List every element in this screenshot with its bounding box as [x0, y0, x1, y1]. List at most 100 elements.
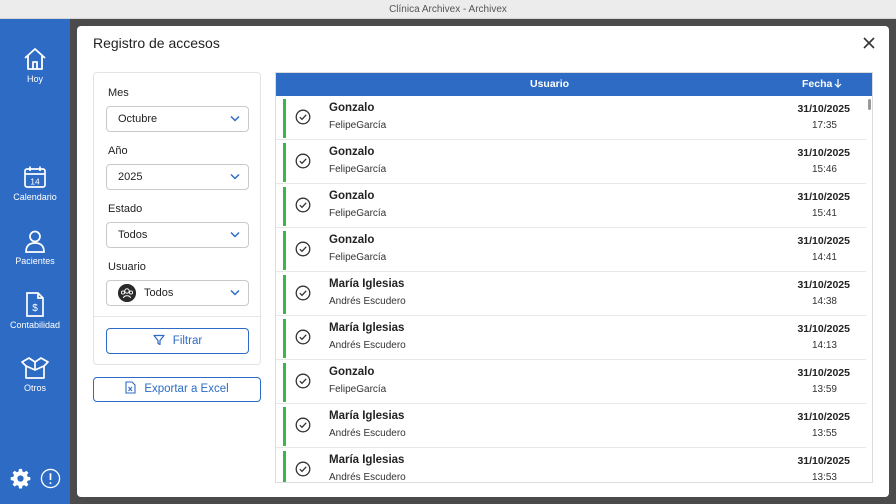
- usuario-value: Todos: [144, 287, 174, 299]
- sidebar-item-pacientes[interactable]: Pacientes: [0, 229, 70, 266]
- anio-value: 2025: [118, 171, 143, 183]
- invoice-icon: $: [26, 292, 44, 317]
- scrollbar-thumb[interactable]: [868, 99, 871, 110]
- export-button-label: Exportar a Excel: [144, 383, 229, 395]
- row-user-sub: FelipeGarcía: [329, 164, 387, 175]
- export-excel-button[interactable]: Exportar a Excel: [93, 377, 261, 402]
- table-row[interactable]: María Iglesias Andrés Escudero 31/10/2025 1…: [276, 448, 866, 483]
- status-bar: [283, 143, 286, 182]
- usuario-label: Usuario: [108, 261, 146, 273]
- row-user-name: Gonzalo: [329, 146, 375, 158]
- column-header-date[interactable]: Fecha: [802, 78, 842, 90]
- row-date: 31/10/2025: [797, 367, 850, 379]
- svg-text:$: $: [32, 303, 38, 314]
- mes-value: Octubre: [118, 113, 158, 125]
- row-user-name: María Iglesias: [329, 322, 405, 334]
- row-date: 31/10/2025: [797, 147, 850, 159]
- sidebar-item-label: Contabilidad: [9, 320, 61, 330]
- check-circle-icon: [295, 153, 311, 169]
- row-date: 31/10/2025: [797, 411, 850, 423]
- row-user-sub: FelipeGarcía: [329, 208, 387, 219]
- filter-button[interactable]: Filtrar: [106, 328, 249, 354]
- mes-select[interactable]: Octubre: [106, 106, 249, 132]
- column-header-date-label: Fecha: [802, 78, 833, 90]
- close-icon[interactable]: [861, 35, 877, 51]
- info-icon[interactable]: [40, 468, 61, 489]
- column-header-user[interactable]: Usuario: [530, 78, 569, 90]
- row-user-sub: Andrés Escudero: [329, 340, 406, 351]
- check-circle-icon: [295, 461, 311, 477]
- status-bar: [283, 319, 286, 358]
- sidebar-item-hoy[interactable]: Hoy: [0, 47, 70, 84]
- status-bar: [283, 99, 286, 138]
- check-circle-icon: [295, 197, 311, 213]
- gear-icon[interactable]: [10, 468, 31, 489]
- mes-label: Mes: [108, 87, 129, 99]
- table-row[interactable]: Gonzalo FelipeGarcía 31/10/2025 15:41: [276, 184, 866, 228]
- row-time: 15:46: [811, 164, 837, 175]
- group-avatar-icon: [118, 284, 136, 302]
- sidebar-item-label: Pacientes: [15, 256, 55, 266]
- access-log-dialog: Registro de accesos Mes Octubre Año 2025…: [77, 26, 889, 497]
- estado-select[interactable]: Todos: [106, 222, 249, 248]
- row-date: 31/10/2025: [797, 279, 850, 291]
- check-circle-icon: [295, 109, 311, 125]
- home-icon: [24, 48, 46, 70]
- table-row[interactable]: Gonzalo FelipeGarcía 31/10/2025 13:59: [276, 360, 866, 404]
- row-user-name: María Iglesias: [329, 454, 405, 466]
- sort-down-arrow-icon: [834, 79, 842, 88]
- sidebar-item-label: Calendario: [13, 192, 57, 202]
- row-date: 31/10/2025: [797, 455, 850, 467]
- check-circle-icon: [295, 329, 311, 345]
- status-bar: [283, 407, 286, 446]
- check-circle-icon: [295, 373, 311, 389]
- row-date: 31/10/2025: [797, 103, 850, 115]
- row-time: 13:55: [811, 428, 837, 439]
- box-icon: [21, 357, 49, 379]
- row-time: 13:53: [811, 472, 837, 483]
- row-user-sub: Andrés Escudero: [329, 472, 406, 483]
- row-time: 15:41: [811, 208, 837, 219]
- row-user-sub: FelipeGarcía: [329, 120, 387, 131]
- person-icon: [25, 230, 45, 253]
- dialog-title: Registro de accesos: [93, 35, 220, 51]
- sidebar-item-label: Otros: [23, 383, 46, 393]
- svg-text:14: 14: [30, 177, 40, 187]
- filter-panel: Mes Octubre Año 2025 Estado Todos Usuari…: [93, 72, 261, 365]
- table-row[interactable]: María Iglesias Andrés Escudero 31/10/2025 1…: [276, 316, 866, 360]
- table-row[interactable]: María Iglesias Andrés Escudero 31/10/2025 1…: [276, 404, 866, 448]
- window-title: Clínica Archivex - Archivex: [0, 0, 896, 19]
- filter-button-label: Filtrar: [172, 335, 203, 347]
- status-bar: [283, 451, 286, 482]
- row-user-name: Gonzalo: [329, 102, 375, 114]
- anio-label: Año: [108, 145, 128, 157]
- chevron-down-icon: [230, 173, 240, 180]
- row-time: 17:35: [811, 120, 837, 131]
- sidebar-item-otros[interactable]: Otros: [0, 356, 70, 393]
- usuario-select[interactable]: Todos: [106, 280, 249, 306]
- table-row[interactable]: Gonzalo FelipeGarcía 31/10/2025 17:35: [276, 96, 866, 140]
- table-row[interactable]: Gonzalo FelipeGarcía 31/10/2025 14:41: [276, 228, 866, 272]
- chevron-down-icon: [230, 289, 240, 296]
- status-bar: [283, 363, 286, 402]
- status-bar: [283, 231, 286, 270]
- calendar-icon: 14: [24, 166, 46, 188]
- table-row[interactable]: María Iglesias Andrés Escudero 31/10/2025 1…: [276, 272, 866, 316]
- anio-select[interactable]: 2025: [106, 164, 249, 190]
- filter-divider: [94, 316, 260, 317]
- row-user-sub: FelipeGarcía: [329, 384, 387, 395]
- excel-file-icon: [125, 381, 136, 394]
- row-time: 13:59: [811, 384, 837, 395]
- row-time: 14:38: [811, 296, 837, 307]
- table-body: Gonzalo FelipeGarcía 31/10/2025 17:35 Gonzal…: [276, 96, 872, 483]
- row-user-sub: Andrés Escudero: [329, 428, 406, 439]
- row-user-name: Gonzalo: [329, 234, 375, 246]
- row-user-sub: Andrés Escudero: [329, 296, 406, 307]
- row-user-name: Gonzalo: [329, 190, 375, 202]
- table-row[interactable]: Gonzalo FelipeGarcía 31/10/2025 15:46: [276, 140, 866, 184]
- sidebar-item-contabilidad[interactable]: $ Contabilidad: [0, 292, 70, 330]
- status-bar: [283, 187, 286, 226]
- sidebar-item-calendario[interactable]: 14 Calendario: [0, 165, 70, 202]
- estado-value: Todos: [118, 229, 148, 241]
- check-circle-icon: [295, 417, 311, 433]
